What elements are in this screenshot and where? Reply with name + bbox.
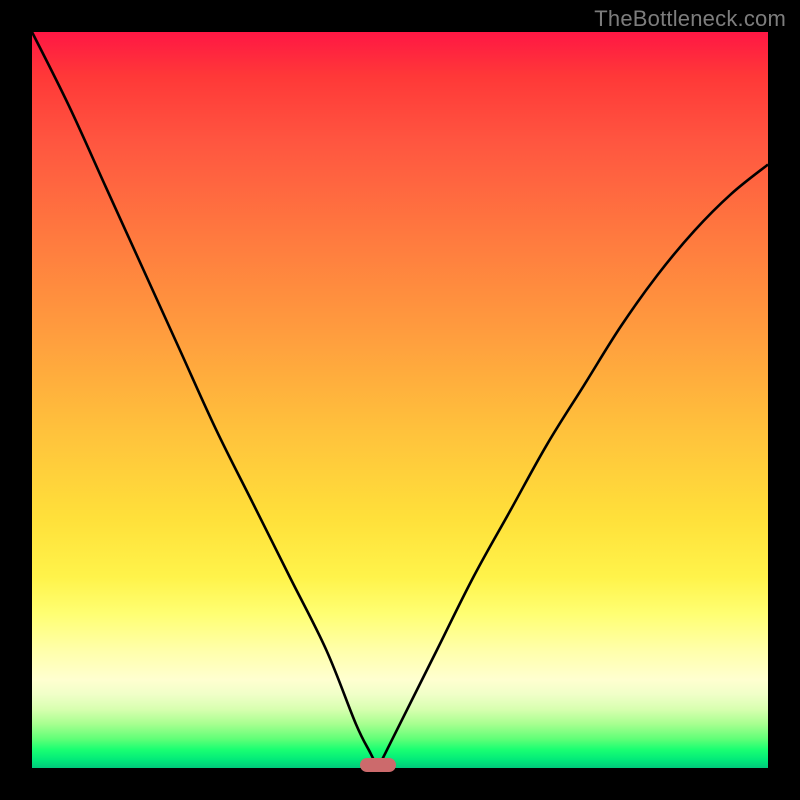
plot-area	[32, 32, 768, 768]
minimum-marker	[360, 758, 397, 772]
bottleneck-curve-path	[32, 32, 768, 768]
chart-frame: TheBottleneck.com	[0, 0, 800, 800]
curve-layer	[32, 32, 768, 768]
watermark-text: TheBottleneck.com	[594, 6, 786, 32]
